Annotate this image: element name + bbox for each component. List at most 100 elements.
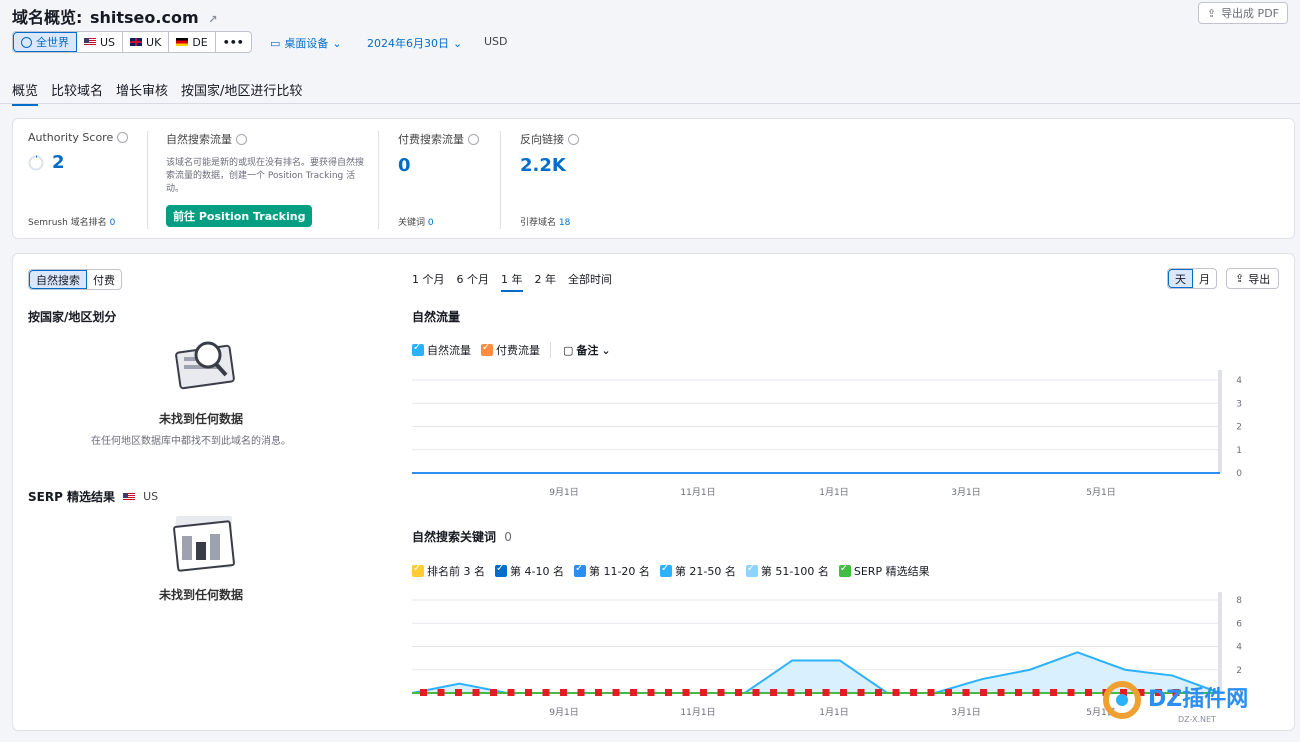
date-dropdown[interactable]: 2024年6月30日 ⌄ bbox=[367, 35, 462, 51]
top-bar: 域名概览: shitseo.com ↗ ⇪ 导出成 PDF 全世界 US UK … bbox=[0, 0, 1300, 106]
event-marker bbox=[805, 689, 812, 696]
x-tick-label: 11月1日 bbox=[680, 707, 715, 718]
event-marker bbox=[1067, 689, 1075, 696]
period-all-time[interactable]: 全部时间 bbox=[568, 271, 612, 292]
paid-keywords: 关键词 0 bbox=[398, 215, 434, 228]
granularity-day[interactable]: 天 bbox=[1168, 269, 1193, 288]
metric-label: 反向链接 bbox=[520, 133, 564, 146]
y-tick-label: 4 bbox=[1236, 643, 1242, 653]
legend-item[interactable]: 第 21-50 名 bbox=[659, 563, 736, 579]
keywords-value[interactable]: 0 bbox=[428, 218, 434, 228]
granularity-month[interactable]: 月 bbox=[1193, 269, 1216, 288]
device-dropdown[interactable]: ▭ 桌面设备 ⌄ bbox=[270, 35, 342, 51]
flag-us-icon bbox=[123, 492, 136, 501]
database-label: US bbox=[100, 35, 116, 49]
y-tick-label: 4 bbox=[1236, 376, 1242, 386]
legend-label: 第 21-50 名 bbox=[674, 565, 736, 578]
authority-score-value[interactable]: 2 bbox=[52, 152, 65, 173]
legend-item[interactable]: 第 4-10 名 bbox=[495, 563, 564, 579]
authority-score: Authority Score 2 bbox=[28, 131, 129, 173]
organic-empty-note: 该域名可能是新的或现在没有排名。要获得自然搜索流量的数据，创建一个 Positi… bbox=[166, 158, 365, 194]
chevron-down-icon: ⌄ bbox=[453, 36, 463, 50]
legend-organic[interactable]: 自然流量 bbox=[412, 342, 471, 358]
export-pdf-button[interactable]: ⇪ 导出成 PDF bbox=[1197, 2, 1288, 24]
no-data-subtitle: 在任何地区数据库中都找不到此域名的消息。 bbox=[91, 436, 291, 447]
period-1-month[interactable]: 1 个月 bbox=[412, 271, 445, 292]
legend-item[interactable]: SERP 精选结果 bbox=[838, 563, 930, 579]
keywords-chart-title: 自然搜索关键词 bbox=[412, 530, 497, 544]
organic-traffic-chart: 0 1 2 3 4 9月1日 11月1日 1月1日 3月1日 5月1日 bbox=[412, 370, 1242, 498]
database-us[interactable]: US bbox=[77, 32, 124, 52]
legend-paid[interactable]: 付费流量 bbox=[481, 342, 540, 358]
semrush-rank: Semrush 域名排名 0 bbox=[28, 215, 115, 228]
divider bbox=[147, 131, 148, 229]
referring-domains: 引荐域名 18 bbox=[520, 215, 570, 228]
tab-overview[interactable]: 概览 bbox=[12, 80, 39, 106]
event-marker bbox=[1085, 689, 1092, 696]
legend-item[interactable]: 排名前 3 名 bbox=[412, 563, 485, 579]
flag-de-icon bbox=[176, 38, 189, 46]
export-pdf-label: 导出成 PDF bbox=[1221, 7, 1279, 20]
event-marker bbox=[927, 689, 935, 696]
granularity-toggle: 天 月 bbox=[1167, 268, 1217, 289]
event-marker bbox=[577, 689, 585, 696]
toggle-paid[interactable]: 付费 bbox=[87, 270, 121, 289]
upload-icon: ⇪ bbox=[1206, 6, 1217, 20]
period-2-years[interactable]: 2 年 bbox=[535, 271, 557, 292]
event-marker bbox=[735, 689, 742, 696]
database-de[interactable]: DE bbox=[169, 32, 216, 52]
upload-icon: ⇪ bbox=[1235, 272, 1245, 285]
event-marker bbox=[840, 689, 847, 696]
position-tracking-button[interactable]: 前往 Position Tracking bbox=[166, 205, 313, 227]
export-button[interactable]: ⇪ 导出 bbox=[1226, 268, 1280, 289]
event-marker bbox=[437, 689, 445, 696]
legend-item[interactable]: 第 51-100 名 bbox=[745, 563, 829, 579]
checkbox-icon bbox=[745, 563, 758, 577]
x-tick-label: 11月1日 bbox=[680, 487, 715, 498]
period-1-year[interactable]: 1 年 bbox=[501, 271, 523, 292]
external-link-icon[interactable]: ↗ bbox=[208, 13, 219, 26]
period-6-months[interactable]: 6 个月 bbox=[457, 271, 490, 292]
rank-label: Semrush 域名排名 bbox=[28, 218, 107, 228]
info-icon[interactable] bbox=[568, 133, 579, 145]
more-databases-button[interactable]: ••• bbox=[216, 32, 251, 52]
checkbox-icon bbox=[495, 563, 507, 577]
info-icon[interactable] bbox=[468, 133, 479, 145]
rank-value[interactable]: 0 bbox=[110, 218, 116, 228]
chevron-down-icon: ⌄ bbox=[332, 36, 342, 50]
database-worldwide[interactable]: 全世界 bbox=[13, 32, 77, 52]
tab-compare-domains[interactable]: 比较域名 bbox=[51, 80, 103, 106]
tab-growth-report[interactable]: 增长审核 bbox=[116, 80, 168, 106]
svg-text:DZ-X.NET: DZ-X.NET bbox=[1178, 715, 1216, 724]
database-label: DE bbox=[192, 35, 208, 49]
info-icon[interactable] bbox=[236, 133, 247, 145]
notes-dropdown[interactable]: ▢ 备注 ⌄ bbox=[550, 342, 611, 358]
event-marker bbox=[420, 689, 427, 696]
globe-icon bbox=[21, 36, 32, 48]
event-marker bbox=[507, 689, 515, 696]
x-tick-label: 1月1日 bbox=[819, 707, 848, 718]
metric-label: 付费搜索流量 bbox=[398, 133, 464, 146]
checkbox-icon bbox=[481, 342, 493, 356]
y-tick-label: 0 bbox=[1236, 469, 1242, 479]
info-icon[interactable] bbox=[117, 132, 129, 143]
checkbox-icon bbox=[838, 563, 851, 577]
x-tick-label: 1月1日 bbox=[819, 487, 848, 498]
organic-traffic: 自然搜索流量 bbox=[166, 131, 247, 147]
serp-features-header: SERP 精选结果 US bbox=[28, 488, 158, 505]
page-title-label: 域名概览: bbox=[12, 8, 83, 27]
database-uk[interactable]: UK bbox=[123, 32, 170, 52]
no-data-browser-icon bbox=[173, 516, 235, 572]
legend-item[interactable]: 第 11-20 名 bbox=[573, 563, 650, 579]
toggle-organic[interactable]: 自然搜索 bbox=[29, 270, 87, 289]
backlinks-value[interactable]: 2.2K bbox=[520, 155, 579, 176]
x-tick-label: 5月1日 bbox=[1086, 487, 1115, 498]
legend-label: 第 51-100 名 bbox=[760, 565, 829, 578]
x-tick-label: 3月1日 bbox=[951, 487, 980, 498]
paid-traffic-value[interactable]: 0 bbox=[398, 155, 479, 176]
event-marker bbox=[1015, 689, 1022, 696]
event-marker bbox=[665, 689, 672, 696]
event-marker bbox=[857, 689, 865, 696]
tab-compare-by-country[interactable]: 按国家/地区进行比较 bbox=[181, 80, 302, 106]
referring-domains-value[interactable]: 18 bbox=[559, 218, 570, 228]
